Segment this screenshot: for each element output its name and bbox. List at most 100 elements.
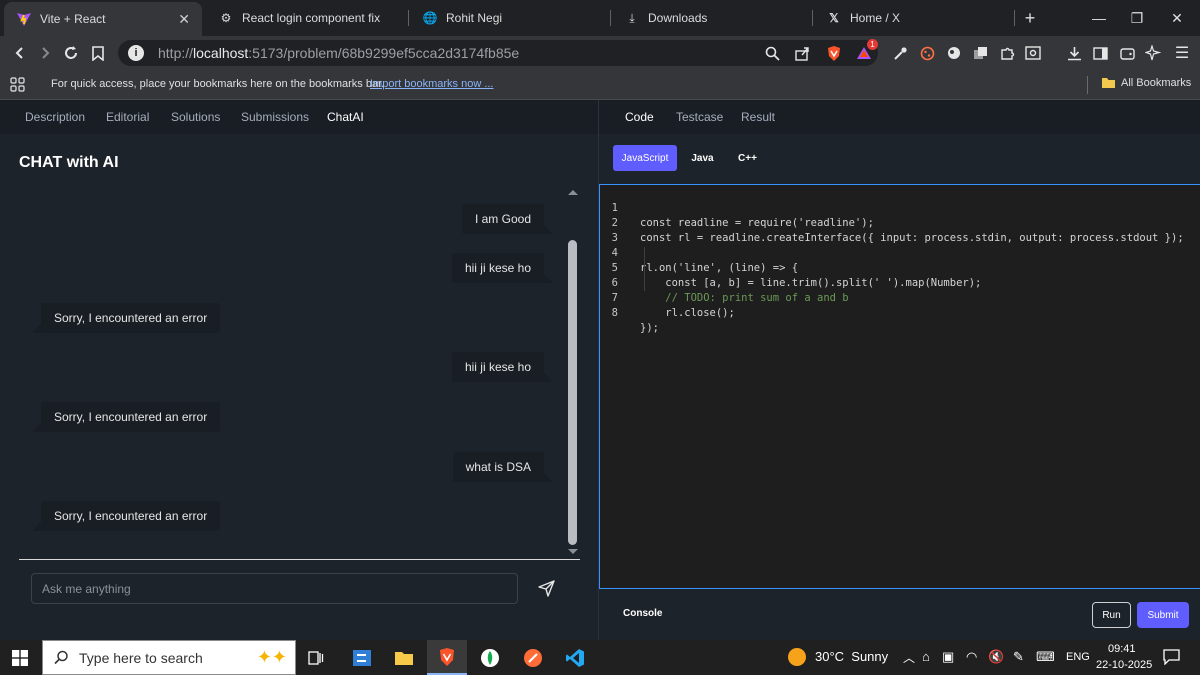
clock-date[interactable]: 22-10-2025 (1096, 659, 1152, 671)
submit-button[interactable]: Submit (1137, 602, 1189, 628)
chat-divider (19, 559, 580, 560)
vscode-icon[interactable] (555, 640, 595, 675)
wifi-icon[interactable]: ◠ (966, 649, 977, 665)
indent-guide (644, 247, 645, 291)
ai-message: Sorry, I encountered an error (31, 402, 221, 432)
browser-tab-downloads[interactable]: ⤓ Downloads (612, 4, 810, 32)
browser-tab-title: Rohit Negi (446, 11, 503, 25)
file-transfer-app-icon[interactable] (342, 640, 382, 675)
brave-taskbar-icon[interactable] (427, 640, 467, 675)
chat-title: CHAT with AI (19, 154, 119, 171)
tab-chatai[interactable]: ChatAI (327, 110, 364, 124)
editor-tabs: Code Testcase Result (599, 100, 1200, 134)
cookie-icon[interactable] (915, 42, 939, 64)
new-tab-icon[interactable]: + (1008, 0, 1052, 36)
tab-separator (408, 10, 409, 26)
wallet-icon[interactable] (1115, 42, 1139, 64)
taskbar-search[interactable]: Type here to search ✦✦ (42, 640, 296, 675)
back-icon[interactable] (8, 42, 32, 64)
browser-tab-x[interactable]: 𝕏 Home / X (814, 4, 1012, 32)
bookmarks-hint: For quick access, place your bookmarks h… (51, 78, 385, 90)
site-info-icon[interactable]: i (128, 45, 144, 61)
clock-time[interactable]: 09:41 (1108, 643, 1136, 655)
tab-testcase[interactable]: Testcase (676, 110, 723, 124)
vite-icon (16, 11, 32, 27)
browser-tab-title: Home / X (850, 11, 901, 25)
menu-icon[interactable]: ☰ (1170, 42, 1194, 64)
console-button[interactable]: Console (623, 608, 662, 619)
code-line: 2 const rl = readline.createInterface({ … (600, 201, 1200, 244)
import-bookmarks-link[interactable]: Import bookmarks now ... (370, 78, 494, 90)
code-editor[interactable]: 1 const readline = require('readline'); … (599, 184, 1200, 589)
file-explorer-icon[interactable] (384, 640, 424, 675)
code-text: rl.close(); (640, 307, 735, 319)
task-view-icon[interactable] (296, 640, 336, 675)
browser-tab-react-login[interactable]: ⚙ React login component fix (206, 4, 406, 32)
chat-scrollbar[interactable] (568, 240, 577, 545)
url-host: localhost (193, 45, 249, 61)
pen-icon[interactable]: ✎ (1013, 649, 1024, 665)
weather-sun-icon[interactable] (788, 648, 806, 666)
extensions-puzzle-icon[interactable] (995, 42, 1019, 64)
forward-icon[interactable] (33, 42, 57, 64)
language-cpp-button[interactable]: C++ (730, 145, 765, 171)
notification-icon[interactable] (1163, 649, 1180, 670)
reload-icon[interactable] (59, 42, 83, 64)
extension-dark-icon[interactable] (942, 42, 966, 64)
eyedropper-icon[interactable] (888, 42, 912, 64)
tab-submissions[interactable]: Submissions (241, 110, 309, 124)
share-icon[interactable] (790, 42, 814, 64)
downloads-icon[interactable] (1062, 42, 1086, 64)
language-javascript-button[interactable]: JavaScript (613, 145, 677, 171)
problem-tabs: Description Editorial Solutions Submissi… (0, 100, 598, 134)
close-tab-icon[interactable]: ✕ (178, 11, 190, 28)
tab-solutions[interactable]: Solutions (171, 110, 220, 124)
show-hidden-icons[interactable]: ︿ (903, 649, 915, 666)
tab-separator (610, 10, 611, 26)
scroll-down-icon[interactable] (568, 549, 578, 554)
screenshot-icon[interactable] (1021, 42, 1045, 64)
language-indicator[interactable]: ENG (1066, 651, 1090, 663)
tab-code[interactable]: Code (625, 110, 654, 124)
chat-input[interactable] (31, 573, 518, 604)
windows-start-icon[interactable] (0, 640, 40, 675)
globe-icon: 🌐 (422, 11, 438, 25)
apps-grid-icon[interactable] (10, 77, 25, 95)
send-icon[interactable] (538, 580, 555, 602)
bookmark-icon[interactable] (86, 42, 110, 64)
tab-description[interactable]: Description (25, 110, 85, 124)
browser-tab-vite[interactable]: Vite + React ✕ (4, 2, 202, 36)
brave-rewards-icon[interactable]: 1 (852, 39, 878, 64)
language-java-button[interactable]: Java (685, 145, 720, 171)
camera-icon[interactable]: ▣ (942, 649, 954, 665)
close-window-icon[interactable]: ✕ (1154, 0, 1200, 36)
user-message: I am Good (461, 204, 554, 234)
copilot-sparkle-icon: ✦✦ (256, 647, 287, 667)
network-icon[interactable]: ⌂ (922, 649, 930, 664)
leo-ai-icon[interactable] (1141, 42, 1165, 64)
postman-icon[interactable] (513, 640, 553, 675)
scroll-up-icon[interactable] (568, 190, 578, 195)
mongodb-compass-icon[interactable] (470, 640, 510, 675)
sidebar-icon[interactable] (1088, 42, 1112, 64)
code-line: 7 rl.close(); (600, 276, 1200, 319)
browser-tab-rohit-negi[interactable]: 🌐 Rohit Negi (410, 4, 608, 32)
brave-shield-icon[interactable] (822, 42, 846, 64)
search-placeholder: Type here to search (79, 649, 203, 666)
weather-text[interactable]: 30°C Sunny (815, 649, 888, 664)
run-button[interactable]: Run (1092, 602, 1131, 628)
volume-muted-icon[interactable]: 🔇 (988, 649, 1004, 665)
all-bookmarks-button[interactable]: All Bookmarks (1101, 77, 1191, 89)
code-line: 4 rl.on('line', (line) => { (600, 231, 1200, 274)
tab-editorial[interactable]: Editorial (106, 110, 149, 124)
tab-separator (812, 10, 813, 26)
tab-result[interactable]: Result (741, 110, 775, 124)
ai-message: Sorry, I encountered an error (31, 303, 221, 333)
extension-copy-icon[interactable] (968, 42, 992, 64)
browser-tab-title: Vite + React (40, 12, 106, 26)
openai-icon: ⚙ (220, 11, 232, 25)
code-line: 3 (600, 216, 1200, 244)
keyboard-icon[interactable]: ⌨ (1036, 649, 1055, 665)
user-message: what is DSA (452, 452, 554, 482)
zoom-icon[interactable] (760, 42, 784, 64)
